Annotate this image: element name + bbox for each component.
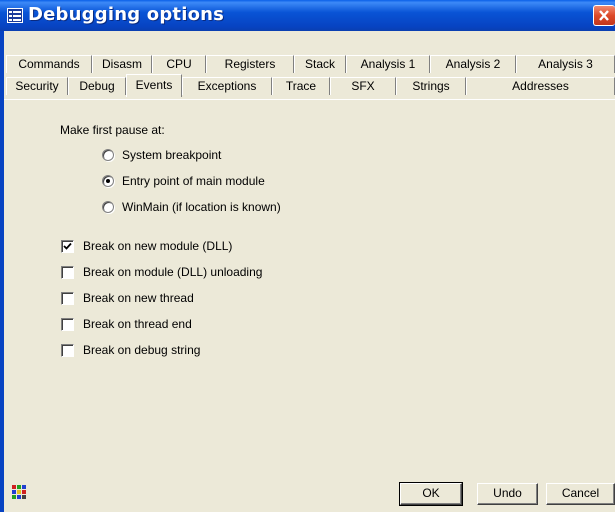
tab-analysis-1[interactable]: Analysis 1 xyxy=(346,55,430,73)
radio-winmain-label[interactable]: WinMain (if location is known) xyxy=(122,200,281,214)
checkbox-break-module-unloading[interactable] xyxy=(61,266,74,279)
checkbox-break-debug-string[interactable] xyxy=(61,344,74,357)
radio-entry-point-label[interactable]: Entry point of main module xyxy=(122,174,265,188)
radio-system-breakpoint-label[interactable]: System breakpoint xyxy=(122,148,221,162)
close-button[interactable] xyxy=(593,5,615,26)
checkmark-icon xyxy=(63,242,72,250)
tab-events[interactable]: Events xyxy=(126,74,182,97)
radio-entry-point[interactable] xyxy=(102,175,114,187)
title-bar[interactable]: Debugging options xyxy=(0,0,615,31)
checkbox-break-module-unloading-label[interactable]: Break on module (DLL) unloading xyxy=(83,265,262,279)
tab-strings[interactable]: Strings xyxy=(396,77,466,95)
app-grid-icon xyxy=(12,485,26,499)
radio-winmain[interactable] xyxy=(102,201,114,213)
checkbox-break-new-thread[interactable] xyxy=(61,292,74,305)
tab-trace[interactable]: Trace xyxy=(272,77,330,95)
dialog-footer: OK Undo Cancel xyxy=(4,455,615,512)
tab-disasm[interactable]: Disasm xyxy=(92,55,152,73)
checkbox-break-new-module-label[interactable]: Break on new module (DLL) xyxy=(83,239,232,253)
tab-analysis-2[interactable]: Analysis 2 xyxy=(430,55,516,73)
checkbox-break-thread-end[interactable] xyxy=(61,318,74,331)
tab-registers[interactable]: Registers xyxy=(206,55,294,73)
radio-system-breakpoint[interactable] xyxy=(102,149,114,161)
tab-row-2: Security Debug Events Exceptions Trace SFX Str… xyxy=(4,74,615,97)
tab-commands[interactable]: Commands xyxy=(6,55,92,73)
tab-cpu[interactable]: CPU xyxy=(152,55,206,73)
tab-addresses[interactable]: Addresses xyxy=(466,77,615,95)
close-icon xyxy=(599,10,609,21)
undo-button[interactable]: Undo xyxy=(477,483,538,505)
ok-button[interactable]: OK xyxy=(399,482,463,506)
options-list-icon xyxy=(7,8,23,23)
cancel-button[interactable]: Cancel xyxy=(546,483,615,505)
tab-exceptions[interactable]: Exceptions xyxy=(182,77,272,95)
checkbox-break-new-module[interactable] xyxy=(61,240,74,253)
tab-analysis-3[interactable]: Analysis 3 xyxy=(516,55,615,73)
tab-stack[interactable]: Stack xyxy=(294,55,346,73)
checkbox-break-debug-string-label[interactable]: Break on debug string xyxy=(83,343,200,357)
tab-sfx[interactable]: SFX xyxy=(330,77,396,95)
first-pause-label: Make first pause at: xyxy=(60,123,165,137)
checkbox-break-thread-end-label[interactable]: Break on thread end xyxy=(83,317,192,331)
events-panel: Make first pause at: System breakpoint E… xyxy=(4,99,615,455)
window-title: Debugging options xyxy=(28,4,225,25)
checkbox-break-new-thread-label[interactable]: Break on new thread xyxy=(83,291,194,305)
tab-security[interactable]: Security xyxy=(6,77,68,95)
tab-debug[interactable]: Debug xyxy=(68,77,126,95)
tab-row-1: Commands Disasm CPU Registers Stack Analysis … xyxy=(4,55,615,75)
